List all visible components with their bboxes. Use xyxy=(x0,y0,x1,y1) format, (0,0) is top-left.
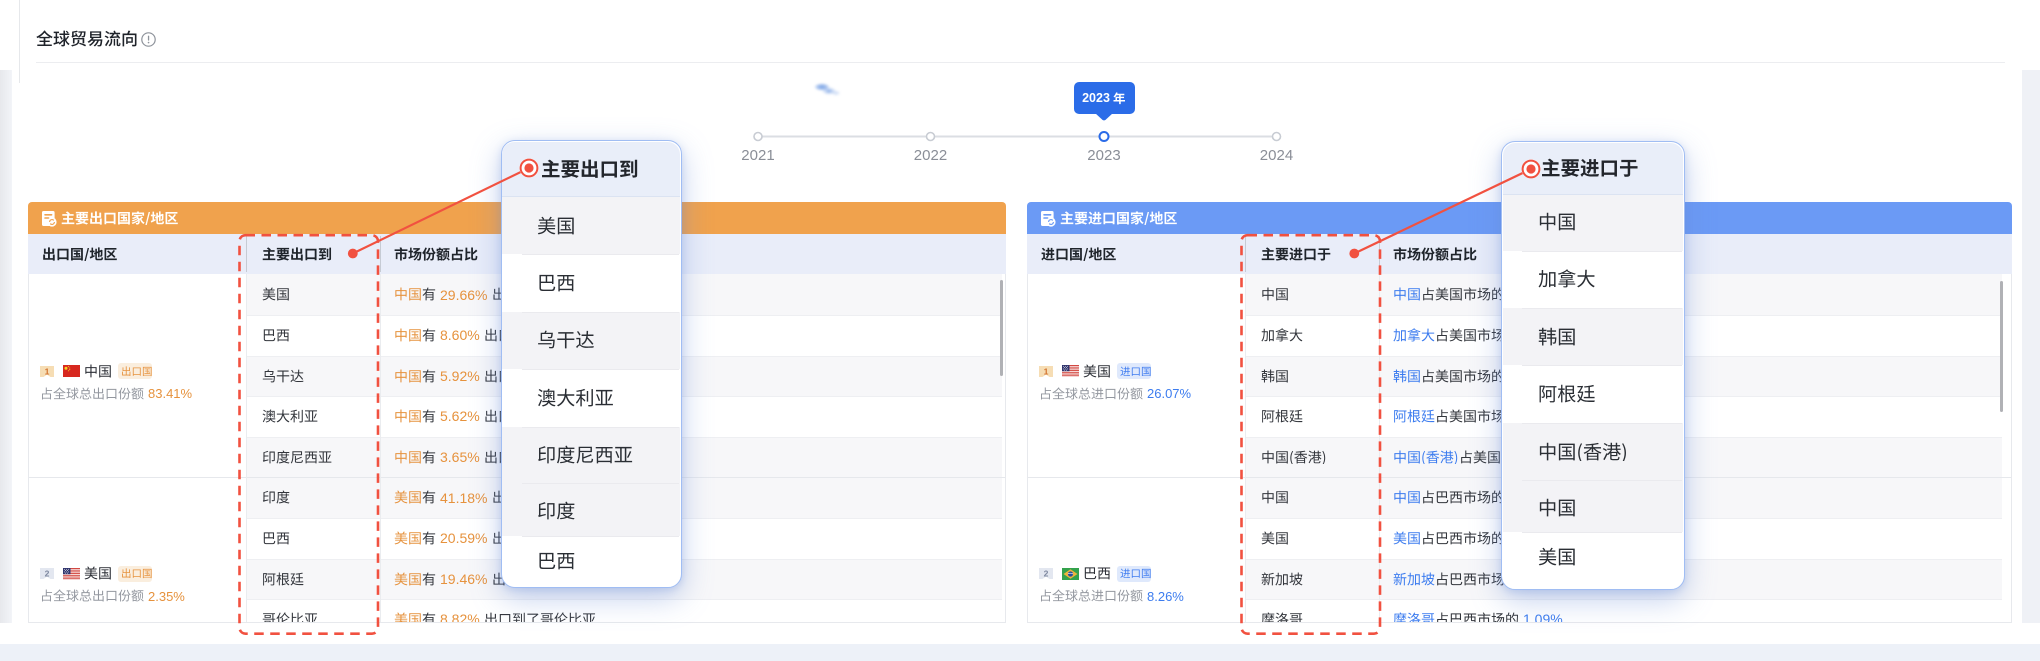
svg-text:2: 2 xyxy=(1044,569,1049,579)
svg-text:2: 2 xyxy=(45,569,50,579)
svg-text:1: 1 xyxy=(1044,366,1049,376)
svg-text:1: 1 xyxy=(45,366,50,376)
